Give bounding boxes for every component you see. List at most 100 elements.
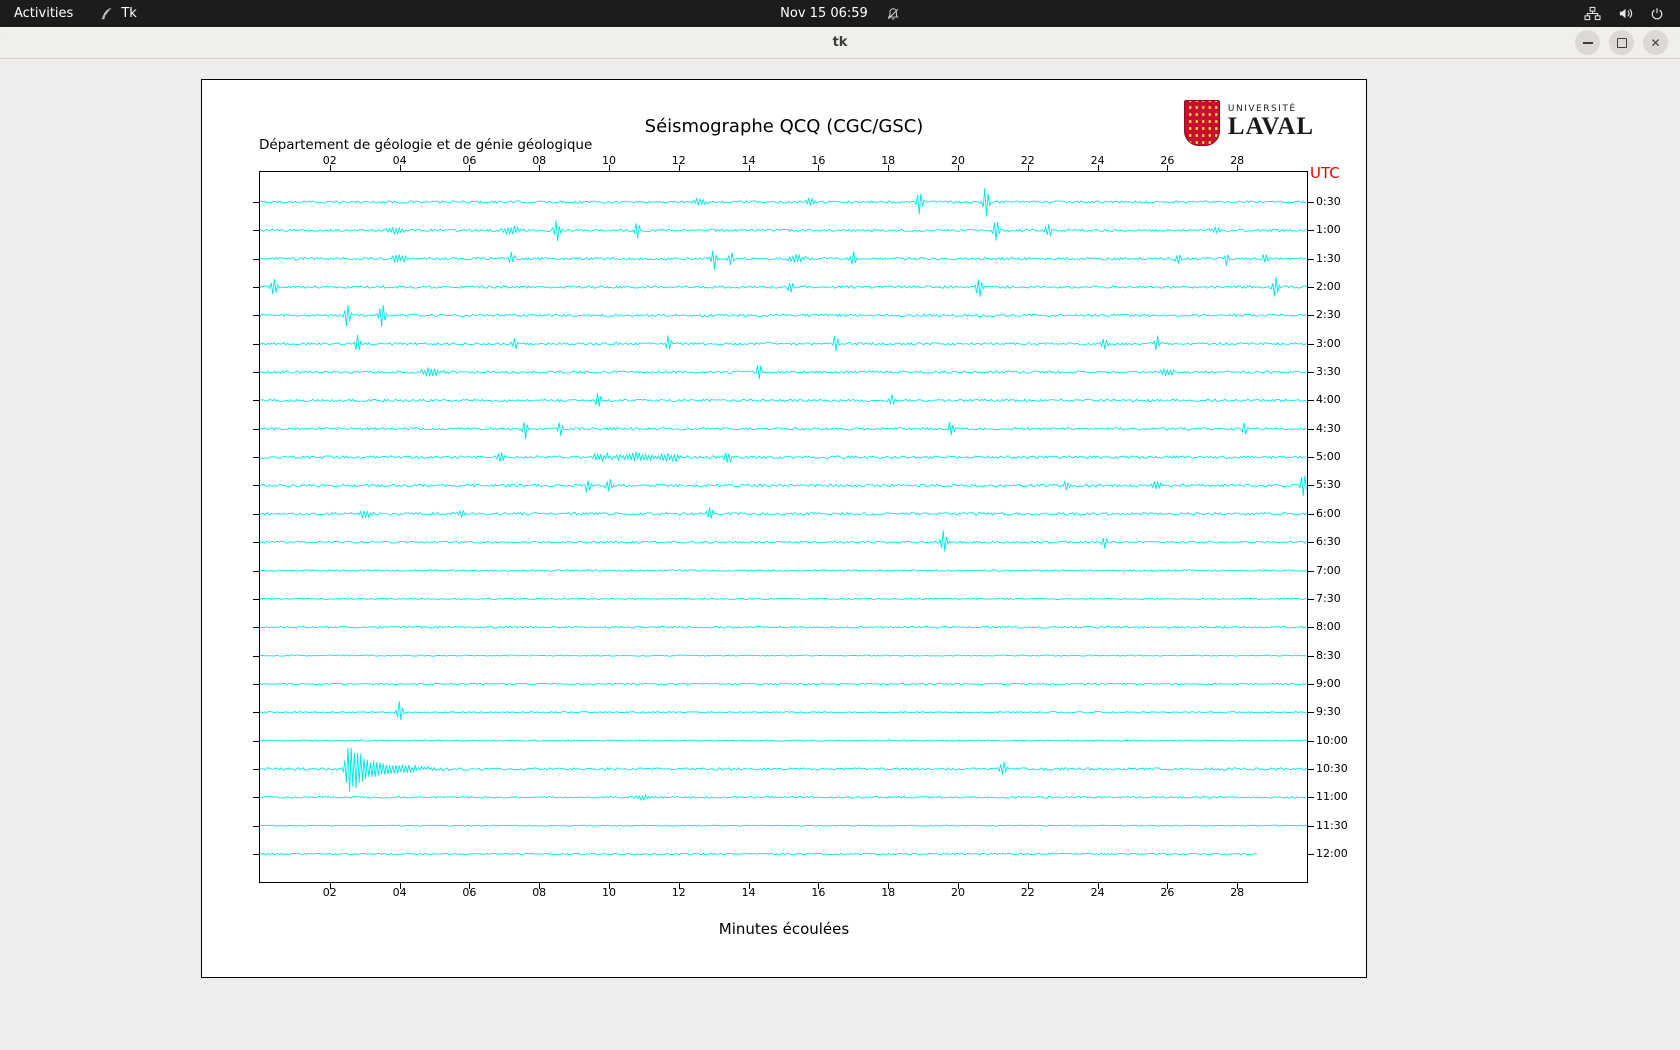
utc-row-label: 4:00 xyxy=(1316,393,1341,407)
row-tick-mark xyxy=(1308,343,1314,345)
minimize-button[interactable] xyxy=(1575,30,1600,55)
row-tick-mark xyxy=(253,230,259,232)
laval-shield-icon xyxy=(1183,100,1220,146)
system-status-area[interactable] xyxy=(1584,0,1680,27)
row-tick-mark xyxy=(1308,712,1314,714)
seismogram-trace xyxy=(260,304,1307,327)
gnome-top-bar: Activities Tk Nov 15 06:59 xyxy=(0,0,1680,27)
plot-box xyxy=(259,171,1308,883)
row-tick-mark xyxy=(1308,797,1314,799)
tk-app-indicator[interactable]: Tk xyxy=(99,6,137,21)
seismogram-trace xyxy=(260,701,1307,721)
utc-row-label: 12:00 xyxy=(1316,847,1348,860)
seismogram-trace xyxy=(260,654,1307,657)
row-tick-mark xyxy=(1308,854,1314,855)
clock-button[interactable]: Nov 15 06:59 xyxy=(780,6,868,21)
x-axis-title: Minutes écoulées xyxy=(718,920,850,938)
row-tick-mark xyxy=(253,202,259,203)
row-tick-mark xyxy=(1308,485,1314,487)
seismogram-trace xyxy=(260,393,1307,407)
tk-window-body: Département de géologie et de génie géol… xyxy=(0,59,1680,1050)
maximize-button[interactable] xyxy=(1609,30,1634,55)
notifications-muted-icon[interactable] xyxy=(886,7,900,21)
row-tick-mark xyxy=(253,372,259,374)
close-icon: ✕ xyxy=(1650,35,1661,50)
seismogram-trace xyxy=(260,250,1307,270)
utc-row-label: 4:30 xyxy=(1316,421,1341,435)
x-tick-mark xyxy=(818,883,820,889)
utc-row-label: 8:00 xyxy=(1316,620,1341,634)
x-tick-mark xyxy=(818,165,820,171)
utc-row-label: 9:00 xyxy=(1316,676,1341,690)
row-tick-mark xyxy=(253,825,259,827)
row-tick-mark xyxy=(253,627,259,629)
row-tick-mark xyxy=(253,712,259,714)
tk-app-label: Tk xyxy=(121,6,137,21)
window-titlebar[interactable]: tk ✕ xyxy=(0,27,1680,59)
utc-row-label: 10:30 xyxy=(1316,761,1348,775)
seismogram-trace xyxy=(260,530,1307,552)
row-tick-mark xyxy=(1308,457,1314,459)
utc-row-label: 9:30 xyxy=(1316,705,1341,719)
seismogram-trace xyxy=(260,793,1307,801)
x-tick-mark xyxy=(609,165,610,171)
x-tick-mark xyxy=(958,883,959,889)
x-tick-mark xyxy=(888,165,890,171)
row-tick-mark xyxy=(253,542,259,544)
logo-laval-label: LAVAL xyxy=(1227,113,1314,140)
seismogram-trace xyxy=(260,824,1307,827)
row-tick-mark xyxy=(1308,400,1314,402)
row-tick-mark xyxy=(1308,202,1314,203)
x-tick-mark xyxy=(469,883,471,889)
x-tick-mark xyxy=(678,883,680,889)
x-tick-mark xyxy=(399,883,401,889)
row-tick-mark xyxy=(1308,740,1314,742)
x-tick-mark xyxy=(329,165,331,171)
row-tick-mark xyxy=(253,854,259,855)
x-tick-mark xyxy=(469,165,471,171)
utc-row-label: 3:00 xyxy=(1316,336,1341,350)
row-tick-mark xyxy=(253,400,259,402)
seismogram-trace xyxy=(260,475,1307,497)
utc-axis-label: UTC xyxy=(1310,164,1340,182)
row-tick-mark xyxy=(1308,258,1314,260)
utc-row-label: 11:00 xyxy=(1316,790,1348,804)
utc-row-label: 11:30 xyxy=(1316,818,1348,832)
row-tick-mark xyxy=(1308,372,1314,374)
row-tick-mark xyxy=(1308,825,1314,827)
row-tick-mark xyxy=(253,768,259,770)
seismogram-trace xyxy=(260,507,1307,519)
row-tick-mark xyxy=(1308,428,1314,430)
tk-feather-icon xyxy=(99,6,114,21)
x-tick-mark xyxy=(748,883,750,889)
x-tick-mark xyxy=(1237,165,1239,171)
utc-row-label: 6:00 xyxy=(1316,506,1341,520)
seismogram-trace xyxy=(260,422,1307,440)
activities-button[interactable]: Activities xyxy=(14,6,73,21)
row-tick-mark xyxy=(253,428,259,430)
x-tick-mark xyxy=(748,165,750,171)
volume-icon xyxy=(1618,6,1633,21)
seismogram-trace xyxy=(260,597,1307,601)
close-button[interactable]: ✕ xyxy=(1643,30,1668,55)
x-tick-mark xyxy=(1027,165,1029,171)
minimize-icon xyxy=(1582,41,1593,44)
utc-row-label: 8:30 xyxy=(1316,648,1341,662)
seismogram-trace xyxy=(260,187,1307,217)
row-tick-mark xyxy=(1308,287,1314,289)
row-tick-mark xyxy=(253,655,259,657)
seismogram-trace xyxy=(260,747,1307,793)
row-tick-mark xyxy=(1308,513,1314,515)
x-tick-mark xyxy=(1167,165,1169,171)
utc-row-label: 10:00 xyxy=(1316,733,1348,747)
row-tick-mark xyxy=(253,485,259,487)
universite-laval-logo: UNIVERSITÉ LAVAL xyxy=(1183,100,1314,146)
utc-row-label: 5:00 xyxy=(1316,450,1341,464)
x-tick-mark xyxy=(609,883,610,889)
seismogram-trace xyxy=(260,365,1307,380)
clock-label: Nov 15 06:59 xyxy=(780,6,868,21)
row-tick-mark xyxy=(1308,627,1314,629)
row-tick-mark xyxy=(1308,655,1314,657)
row-tick-mark xyxy=(1308,570,1314,572)
maximize-icon xyxy=(1616,37,1627,48)
